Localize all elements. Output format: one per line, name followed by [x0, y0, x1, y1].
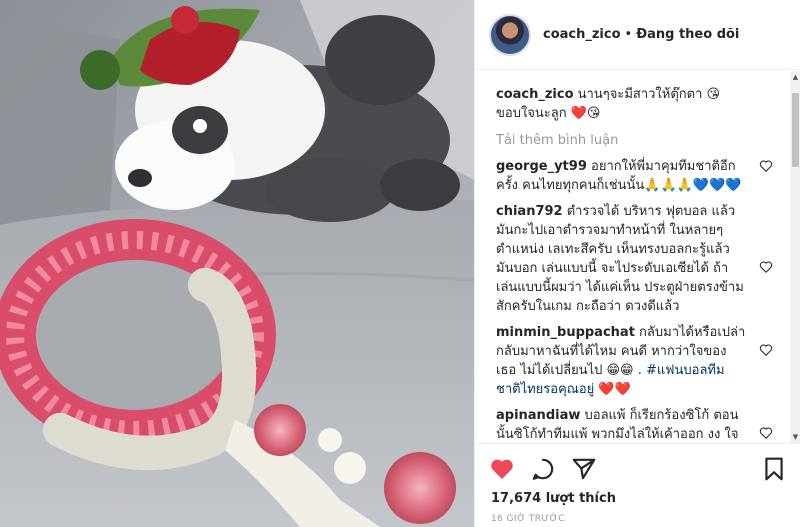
comment-item: george_yt99 อยากให้พี่มาคุมทีมชาติอีกครั… [496, 157, 788, 195]
post-timestamp: 16 GIỜ TRƯỚC [491, 514, 565, 524]
comments-scrollbar[interactable]: ▲ ▼ [790, 71, 800, 443]
share-plane-icon[interactable] [571, 456, 597, 482]
following-button[interactable]: Đang theo dõi [636, 27, 739, 42]
instagram-post: coach_zico • Đang theo dõi coach_zico นา… [0, 0, 800, 527]
heart-outline-icon[interactable] [759, 426, 773, 440]
comment-bubble-icon[interactable] [530, 456, 556, 482]
likes-count[interactable]: 17,674 lượt thích [491, 491, 616, 506]
post-header: coach_zico • Đang theo dõi [475, 0, 800, 70]
heart-outline-icon[interactable] [759, 343, 773, 357]
post-side-panel: coach_zico • Đang theo dõi coach_zico นา… [474, 0, 800, 527]
load-more-comments-button[interactable]: Tải thêm bình luận [496, 132, 789, 150]
comment-text: ตำรวจได้ บริหาร ฟุตบอล แล้วมันกะไปเอาตำร… [496, 204, 744, 314]
bookmark-icon[interactable] [761, 456, 787, 482]
comment-username[interactable]: chian792 [496, 204, 563, 219]
comment-emoji: ❤️❤️ [598, 382, 631, 397]
header-separator: • [624, 27, 633, 42]
scroll-thumb[interactable] [792, 93, 799, 167]
header-username[interactable]: coach_zico [543, 27, 621, 42]
avatar[interactable] [489, 13, 531, 56]
heart-outline-icon[interactable] [759, 260, 773, 274]
scroll-up-arrow-icon[interactable]: ▲ [790, 71, 800, 83]
heart-outline-icon[interactable] [759, 159, 773, 173]
scroll-down-arrow-icon[interactable]: ▼ [790, 431, 800, 443]
comments-list[interactable]: coach_zico นานๆจะมีสาวให้ตุ๊กตา 😘 ขอบใจน… [475, 71, 789, 443]
photo-illustration [0, 0, 474, 527]
comment-username[interactable]: minmin_buppachat [496, 325, 635, 340]
comment-item: apinandiaw บอลแพ้ ก็เรียกร้องซิโก้ ตอนนั… [496, 406, 788, 443]
post-photo[interactable] [0, 0, 474, 527]
heart-filled-icon[interactable] [489, 456, 515, 482]
comment-username[interactable]: george_yt99 [496, 159, 587, 174]
comment-item: chian792 ตำรวจได้ บริหาร ฟุตบอล แล้วมันก… [496, 202, 788, 316]
comment-item: minmin_buppachat กลับมาได้หรือเปล่า กลับ… [496, 323, 788, 399]
post-actions: 17,674 lượt thích 16 GIỜ TRƯỚC [475, 443, 800, 527]
comment-username[interactable]: apinandiaw [496, 408, 580, 423]
post-caption: coach_zico นานๆจะมีสาวให้ตุ๊กตา 😘 ขอบใจน… [496, 85, 758, 123]
caption-username[interactable]: coach_zico [496, 87, 574, 102]
